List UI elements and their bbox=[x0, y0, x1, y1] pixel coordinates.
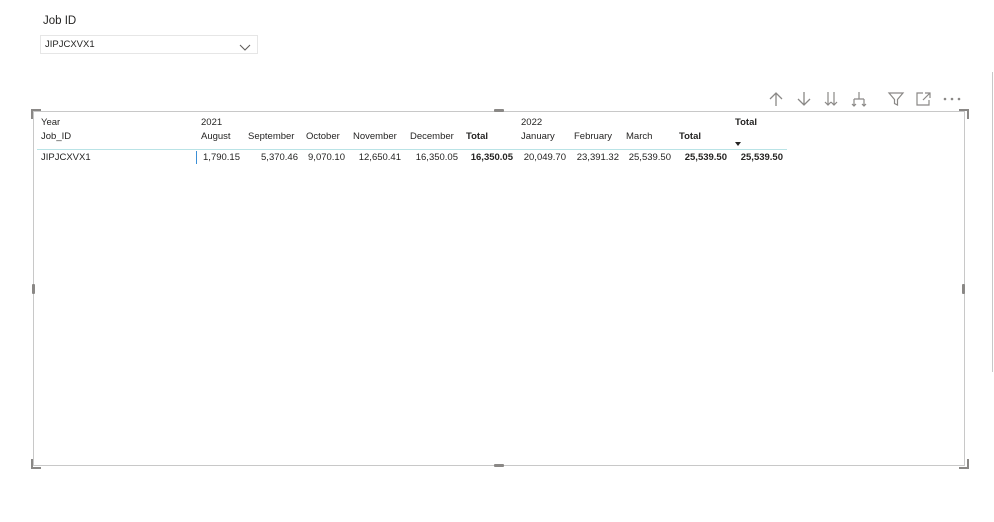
cell-grand-total[interactable]: 25,539.50 bbox=[731, 152, 783, 164]
column-header-october[interactable]: October bbox=[306, 131, 340, 143]
column-header-total-2022[interactable]: Total bbox=[679, 131, 701, 143]
canvas-edge bbox=[992, 72, 993, 372]
cell-august[interactable]: 1,790.15 bbox=[196, 152, 240, 164]
cell-november[interactable]: 12,650.41 bbox=[349, 152, 401, 164]
more-options-icon[interactable] bbox=[942, 90, 962, 108]
column-header-december[interactable]: December bbox=[410, 131, 454, 143]
column-header-january[interactable]: January bbox=[521, 131, 555, 143]
column-header-grand-total[interactable]: Total bbox=[735, 117, 757, 129]
expand-hierarchy-icon[interactable] bbox=[850, 90, 868, 108]
header-divider bbox=[37, 149, 787, 150]
resize-handle-bottom-right[interactable] bbox=[959, 459, 969, 469]
focus-mode-icon[interactable] bbox=[915, 90, 933, 108]
cell-september[interactable]: 5,370.46 bbox=[244, 152, 298, 164]
cell-december[interactable]: 16,350.05 bbox=[405, 152, 458, 164]
column-header-november[interactable]: November bbox=[353, 131, 397, 143]
resize-handle-left[interactable] bbox=[32, 284, 35, 294]
sort-descending-icon bbox=[735, 142, 741, 146]
cell-march[interactable]: 25,539.50 bbox=[622, 152, 671, 164]
column-header-february[interactable]: February bbox=[574, 131, 612, 143]
column-header-year-2021[interactable]: 2021 bbox=[201, 117, 222, 129]
resize-handle-top-left[interactable] bbox=[31, 109, 41, 119]
filter-icon[interactable] bbox=[887, 90, 905, 108]
drill-down-icon[interactable] bbox=[795, 90, 813, 108]
cell-january[interactable]: 20,049.70 bbox=[517, 152, 566, 164]
matrix-visual[interactable] bbox=[33, 111, 965, 466]
chevron-down-icon bbox=[239, 39, 251, 51]
resize-handle-bottom[interactable] bbox=[494, 464, 504, 467]
dropdown-selected-value: JIPJCXVX1 bbox=[45, 39, 95, 50]
slicer-title: Job ID bbox=[43, 15, 77, 27]
resize-handle-bottom-left[interactable] bbox=[31, 459, 41, 469]
resize-handle-top-right[interactable] bbox=[959, 109, 969, 119]
cell-total-2022[interactable]: 25,539.50 bbox=[675, 152, 727, 164]
cell-october[interactable]: 9,070.10 bbox=[302, 152, 345, 164]
row-label-job-id[interactable]: JIPJCXVX1 bbox=[41, 152, 91, 164]
column-header-year-2022[interactable]: 2022 bbox=[521, 117, 542, 129]
column-header-august[interactable]: August bbox=[201, 131, 231, 143]
resize-handle-right[interactable] bbox=[962, 284, 965, 294]
column-header-total-2021[interactable]: Total bbox=[466, 131, 488, 143]
resize-handle-top[interactable] bbox=[494, 109, 504, 112]
cell-total-2021[interactable]: 16,350.05 bbox=[462, 152, 513, 164]
row-header-year: Year bbox=[41, 117, 61, 128]
drill-up-icon[interactable] bbox=[767, 90, 785, 108]
column-header-march[interactable]: March bbox=[626, 131, 652, 143]
job-id-dropdown[interactable]: JIPJCXVX1 bbox=[40, 35, 258, 54]
column-header-september[interactable]: September bbox=[248, 131, 294, 143]
row-header-job-id: Job_ID bbox=[41, 131, 72, 142]
expand-next-level-icon[interactable] bbox=[822, 90, 840, 108]
cell-february[interactable]: 23,391.32 bbox=[570, 152, 619, 164]
